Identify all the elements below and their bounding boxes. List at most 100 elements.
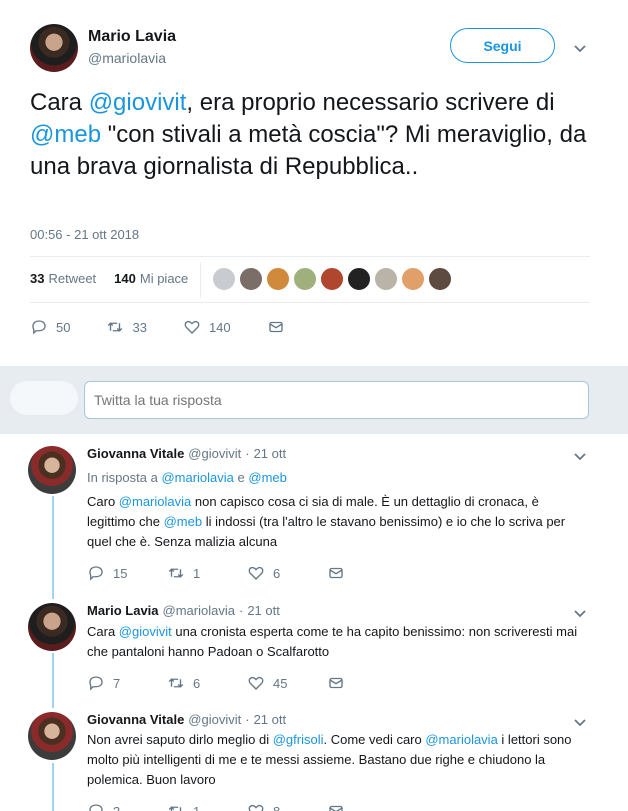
reply-count: 3 <box>113 803 121 811</box>
mention-link[interactable]: @meb <box>164 514 203 529</box>
liker-avatar[interactable] <box>266 267 290 291</box>
thread-line <box>52 763 54 811</box>
liker-avatar[interactable] <box>374 267 398 291</box>
dm-action[interactable] <box>327 674 353 692</box>
reply-text: Caro @mariolavia non capisco cosa ci sia… <box>87 492 587 552</box>
current-user-avatar[interactable] <box>10 381 78 415</box>
retweet-action[interactable]: 33 <box>106 318 147 336</box>
reply-count: 7 <box>113 675 121 691</box>
mention-link[interactable]: @mariolavia <box>119 494 191 509</box>
liker-avatar[interactable] <box>428 267 452 291</box>
retweet-action[interactable]: 1 <box>167 564 247 582</box>
reply-author-handle[interactable]: @giovivit <box>188 446 241 461</box>
reply-author-name[interactable]: Mario Lavia <box>87 603 159 618</box>
like-action[interactable]: 6 <box>247 564 327 582</box>
reply-input[interactable] <box>84 381 589 419</box>
reply-text: Non avrei saputo dirlo meglio di @gfriso… <box>87 730 587 790</box>
reply-actions: 3 1 8 <box>87 802 353 811</box>
dm-action[interactable] <box>327 564 353 582</box>
author-name[interactable]: Mario Lavia <box>88 28 176 46</box>
chevron-down-icon[interactable] <box>572 714 588 730</box>
dm-icon <box>329 677 343 689</box>
retweet-icon <box>168 678 184 688</box>
tweet-text-part: "con stivali a metà coscia"? Mi meravigl… <box>30 121 587 180</box>
tweet-text-part: Cara <box>30 89 89 116</box>
reply-action[interactable]: 15 <box>87 564 167 582</box>
tweet-text-part: , era proprio necessario scrivere di <box>186 89 555 116</box>
reply-action[interactable]: 50 <box>30 318 70 336</box>
like-label[interactable]: Mi piace <box>140 271 188 286</box>
reply-avatar[interactable] <box>28 712 76 760</box>
reply-context: In risposta a @mariolavia e @meb <box>87 470 287 485</box>
liker-avatar[interactable] <box>347 267 371 291</box>
dm-action[interactable] <box>267 318 293 336</box>
reply-header: Giovanna Vitale @giovivit · 21 ott <box>87 712 286 727</box>
reply-actions: 7 6 45 <box>87 674 353 692</box>
like-count: 45 <box>273 675 288 691</box>
reply-date[interactable]: 21 ott <box>254 446 287 461</box>
retweet-count[interactable]: 33 <box>30 271 44 286</box>
retweet-label[interactable]: Retweet <box>48 271 96 286</box>
reply-to-conjunction: e <box>237 470 245 485</box>
reply-header: Giovanna Vitale @giovivit · 21 ott <box>87 446 286 461</box>
like-action[interactable]: 140 <box>183 318 231 336</box>
dm-action[interactable] <box>327 802 353 811</box>
reply-text-part: Cara <box>87 624 119 639</box>
reply-header: Mario Lavia @mariolavia · 21 ott <box>87 603 280 618</box>
author-handle[interactable]: @mariolavia <box>88 50 166 66</box>
mention-link[interactable]: @mariolavia <box>161 470 233 485</box>
mention-link[interactable]: @meb <box>248 470 287 485</box>
chevron-down-icon[interactable] <box>572 40 588 56</box>
liker-avatar[interactable] <box>212 267 236 291</box>
reply-icon <box>89 566 103 581</box>
liker-avatar[interactable] <box>401 267 425 291</box>
like-action[interactable]: 45 <box>247 674 327 692</box>
reply-separator: · <box>245 446 250 461</box>
tweet-timestamp[interactable]: 00:56 - 21 ott 2018 <box>30 227 139 242</box>
like-icon <box>248 804 264 811</box>
retweet-action[interactable]: 6 <box>167 674 247 692</box>
retweet-action[interactable]: 1 <box>167 802 247 811</box>
retweet-icon <box>168 806 182 811</box>
liker-avatar[interactable] <box>293 267 317 291</box>
chevron-down-icon[interactable] <box>572 448 588 464</box>
reply-icon <box>89 804 103 811</box>
reply-separator: · <box>245 712 250 727</box>
retweet-icon <box>108 322 123 332</box>
reply-avatar[interactable] <box>28 603 76 651</box>
retweet-count: 6 <box>193 675 201 691</box>
reply-date[interactable]: 21 ott <box>254 712 287 727</box>
mention-link[interactable]: @mariolavia <box>425 732 497 747</box>
mention-link[interactable]: @giovivit <box>119 624 172 639</box>
chevron-down-icon[interactable] <box>572 605 588 621</box>
retweet-count: 1 <box>193 803 201 811</box>
like-icon <box>248 676 264 690</box>
like-count: 6 <box>273 565 281 581</box>
mention-link[interactable]: @meb <box>30 121 101 148</box>
reply-author-handle[interactable]: @giovivit <box>188 712 241 727</box>
likers-avatars <box>212 267 452 291</box>
reply-author-handle[interactable]: @mariolavia <box>163 603 235 618</box>
liker-avatar[interactable] <box>320 267 344 291</box>
reply-action[interactable]: 3 <box>87 802 167 811</box>
stats-separator <box>200 262 201 298</box>
reply-count: 15 <box>113 565 128 581</box>
thread-line <box>52 496 54 599</box>
like-action[interactable]: 8 <box>247 802 327 811</box>
reply-date[interactable]: 21 ott <box>247 603 280 618</box>
reply-action[interactable]: 7 <box>87 674 167 692</box>
author-avatar[interactable] <box>30 24 78 72</box>
reply-author-name[interactable]: Giovanna Vitale <box>87 712 184 727</box>
reply-text-part: Non avrei saputo dirlo meglio di <box>87 732 273 747</box>
divider <box>30 302 590 303</box>
reply-author-name[interactable]: Giovanna Vitale <box>87 446 184 461</box>
liker-avatar[interactable] <box>239 267 263 291</box>
mention-link[interactable]: @giovivit <box>89 89 187 116</box>
follow-button[interactable]: Segui <box>450 28 555 63</box>
tweet-stats: 33 Retweet 140 Mi piace <box>30 271 188 286</box>
mention-link[interactable]: @gfrisoli <box>273 732 324 747</box>
reply-icon <box>89 676 103 691</box>
reply-avatar[interactable] <box>28 446 76 494</box>
reply-text-part: Caro <box>87 494 119 509</box>
like-count[interactable]: 140 <box>114 271 136 286</box>
